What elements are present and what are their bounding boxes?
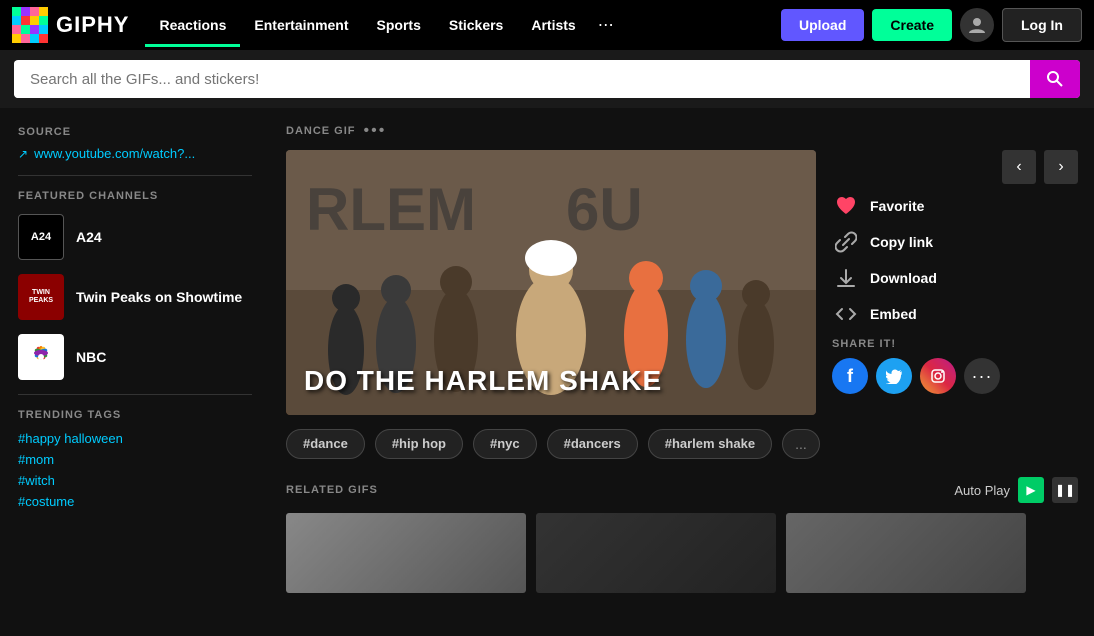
trending-tags-title: TRENDING TAGS bbox=[18, 409, 252, 421]
channel-item-a24[interactable]: A24 A24 bbox=[18, 214, 252, 260]
channel-thumb-nbc bbox=[18, 334, 64, 380]
search-button[interactable] bbox=[1030, 60, 1080, 98]
share-buttons: f ··· bbox=[832, 358, 1078, 394]
tag-chip-1[interactable]: #hip hop bbox=[375, 429, 463, 459]
search-icon bbox=[1046, 70, 1064, 88]
nav-item-artists[interactable]: Artists bbox=[517, 3, 589, 47]
trending-tag-3[interactable]: #costume bbox=[18, 494, 252, 509]
embed-button[interactable]: Embed bbox=[832, 296, 1078, 332]
autoplay-play-button[interactable]: ▶ bbox=[1018, 477, 1044, 503]
gif-area-wrap: RLEM 6U bbox=[286, 150, 1078, 415]
search-input-wrapper bbox=[14, 60, 1080, 98]
header-right: Upload Create Log In bbox=[781, 8, 1082, 42]
channel-name-twinpeaks: Twin Peaks on Showtime bbox=[76, 289, 242, 305]
trending-tag-1[interactable]: #mom bbox=[18, 452, 252, 467]
trending-tag-2[interactable]: #witch bbox=[18, 473, 252, 488]
nav-item-sports[interactable]: Sports bbox=[363, 3, 435, 47]
channel-name-nbc: NBC bbox=[76, 349, 106, 365]
share-label: SHARE IT! bbox=[832, 338, 1078, 350]
tags-more-button[interactable]: ... bbox=[782, 429, 820, 459]
related-gifs-title: RELATED GIFS bbox=[286, 484, 378, 496]
twitter-icon bbox=[886, 368, 902, 384]
more-share-button[interactable]: ··· bbox=[964, 358, 1000, 394]
user-icon bbox=[968, 16, 986, 34]
login-button[interactable]: Log In bbox=[1002, 8, 1082, 42]
source-link[interactable]: ↗ www.youtube.com/watch?... bbox=[18, 146, 252, 161]
gif-nav-row: ‹ › bbox=[832, 150, 1078, 184]
gif-display: RLEM 6U bbox=[286, 150, 816, 415]
tag-chip-0[interactable]: #dance bbox=[286, 429, 365, 459]
channel-item-nbc[interactable]: NBC bbox=[18, 334, 252, 380]
twin-abbr: TWINPEAKS bbox=[29, 289, 53, 306]
instagram-share-button[interactable] bbox=[920, 358, 956, 394]
embed-icon bbox=[832, 300, 860, 328]
main-layout: SOURCE ↗ www.youtube.com/watch?... FEATU… bbox=[0, 108, 1094, 636]
gif-title-text: DO THE HARLEM SHAKE bbox=[304, 365, 662, 397]
related-gif-1[interactable] bbox=[536, 513, 776, 593]
prev-gif-button[interactable]: ‹ bbox=[1002, 150, 1036, 184]
main-content: DANCE GIF ••• RLEM 6U bbox=[270, 108, 1094, 636]
facebook-share-button[interactable]: f bbox=[832, 358, 868, 394]
autoplay-pause-button[interactable]: ❚❚ bbox=[1052, 477, 1078, 503]
user-avatar[interactable] bbox=[960, 8, 994, 42]
channel-name-a24: A24 bbox=[76, 229, 102, 245]
download-label: Download bbox=[870, 270, 937, 286]
channel-thumb-a24: A24 bbox=[18, 214, 64, 260]
nav-item-reactions[interactable]: Reactions bbox=[145, 3, 240, 47]
embed-label: Embed bbox=[870, 306, 917, 322]
search-input[interactable] bbox=[14, 61, 1030, 98]
copy-link-button[interactable]: Copy link bbox=[832, 224, 1078, 260]
nbc-logo-icon bbox=[23, 339, 59, 375]
sidebar: SOURCE ↗ www.youtube.com/watch?... FEATU… bbox=[0, 108, 270, 636]
nav-item-entertainment[interactable]: Entertainment bbox=[240, 3, 362, 47]
tags-row: #dance #hip hop #nyc #dancers #harlem sh… bbox=[286, 429, 1078, 459]
logo-text: GIPHY bbox=[56, 12, 129, 38]
trending-tag-0[interactable]: #happy halloween bbox=[18, 431, 252, 446]
favorite-button[interactable]: Favorite bbox=[832, 188, 1078, 224]
channel-item-twinpeaks[interactable]: TWINPEAKS Twin Peaks on Showtime bbox=[18, 274, 252, 320]
autoplay-control: Auto Play ▶ ❚❚ bbox=[954, 477, 1078, 503]
logo[interactable]: GIPHY bbox=[12, 7, 129, 43]
related-gifs-row bbox=[286, 513, 1078, 593]
svg-text:RLEM: RLEM bbox=[306, 176, 476, 243]
download-icon bbox=[832, 264, 860, 292]
source-url: www.youtube.com/watch?... bbox=[34, 146, 195, 161]
giphy-logo-icon bbox=[12, 7, 48, 43]
main-nav: Reactions Entertainment Sports Stickers … bbox=[145, 1, 772, 49]
channel-thumb-twinpeaks: TWINPEAKS bbox=[18, 274, 64, 320]
a24-abbr: A24 bbox=[31, 231, 51, 243]
search-bar bbox=[0, 50, 1094, 108]
sidebar-divider-1 bbox=[18, 175, 252, 176]
copy-link-label: Copy link bbox=[870, 234, 933, 250]
header: GIPHY Reactions Entertainment Sports Sti… bbox=[0, 0, 1094, 50]
gif-meta-bar: DANCE GIF ••• bbox=[286, 122, 1078, 140]
autoplay-label: Auto Play bbox=[954, 483, 1010, 498]
actions-panel: ‹ › Favorite Copy link bbox=[832, 150, 1078, 415]
link-copy-icon bbox=[832, 228, 860, 256]
gif-label: DANCE GIF bbox=[286, 125, 356, 137]
featured-channels-title: FEATURED CHANNELS bbox=[18, 190, 252, 202]
next-gif-button[interactable]: › bbox=[1044, 150, 1078, 184]
create-button[interactable]: Create bbox=[872, 9, 952, 41]
tag-chip-2[interactable]: #nyc bbox=[473, 429, 537, 459]
nav-more-button[interactable]: ⋯ bbox=[590, 1, 622, 49]
tag-chip-3[interactable]: #dancers bbox=[547, 429, 638, 459]
svg-text:6U: 6U bbox=[566, 176, 643, 243]
twitter-share-button[interactable] bbox=[876, 358, 912, 394]
gif-background: RLEM 6U bbox=[286, 150, 816, 415]
download-button[interactable]: Download bbox=[832, 260, 1078, 296]
related-gif-2[interactable] bbox=[786, 513, 1026, 593]
favorite-label: Favorite bbox=[870, 198, 924, 214]
nav-item-stickers[interactable]: Stickers bbox=[435, 3, 517, 47]
heart-icon bbox=[832, 192, 860, 220]
upload-button[interactable]: Upload bbox=[781, 9, 864, 41]
related-gif-0[interactable] bbox=[286, 513, 526, 593]
source-title: SOURCE bbox=[18, 126, 252, 138]
tag-chip-4[interactable]: #harlem shake bbox=[648, 429, 772, 459]
gif-options-button[interactable]: ••• bbox=[364, 122, 387, 140]
instagram-icon bbox=[930, 368, 946, 384]
link-icon: ↗ bbox=[18, 147, 28, 161]
sidebar-divider-2 bbox=[18, 394, 252, 395]
related-gifs-header: RELATED GIFS Auto Play ▶ ❚❚ bbox=[286, 477, 1078, 503]
